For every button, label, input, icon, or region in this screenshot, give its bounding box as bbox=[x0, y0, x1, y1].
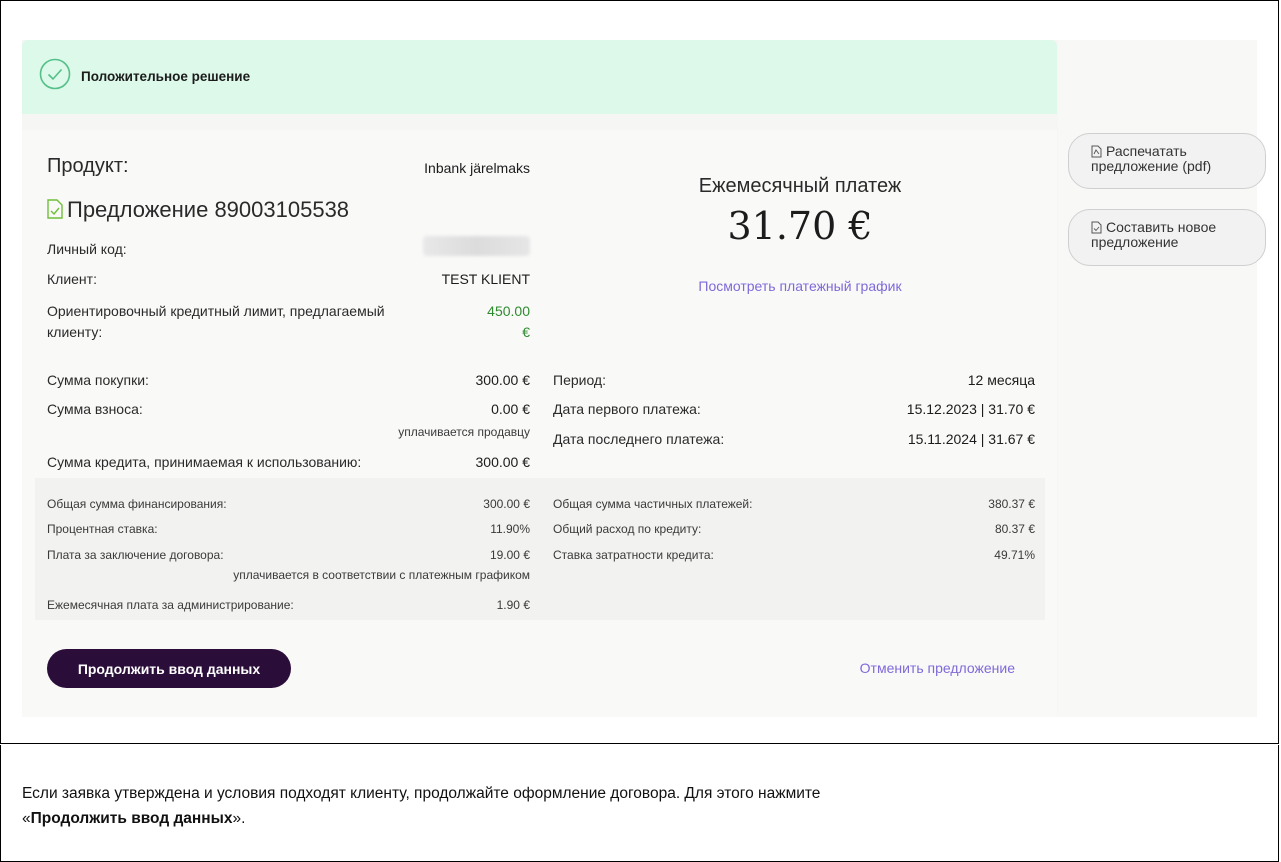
deposit-value: 0.00 € bbox=[491, 401, 530, 417]
cancel-offer-link[interactable]: Отменить предложение bbox=[770, 660, 1015, 676]
monthly-amount: 31.70 € bbox=[727, 204, 873, 248]
last-payment-label: Дата последнего платежа: bbox=[553, 431, 725, 447]
caption-bold: Продолжить ввод данных bbox=[30, 810, 233, 827]
limit-value: 450.00 € bbox=[487, 303, 530, 340]
offer-title-text: Предложение 89003105538 bbox=[67, 197, 350, 222]
details-left-label: Ежемесячная плата за администрирование: bbox=[47, 598, 294, 612]
client-label: Клиент: bbox=[47, 271, 97, 287]
details-right-value: 80.37 € bbox=[994, 522, 1035, 536]
credit-value: 300.00 € bbox=[475, 454, 531, 470]
continue-button[interactable]: Продолжить ввод данных bbox=[47, 649, 291, 688]
decision-text: Положительное решение bbox=[81, 69, 251, 84]
limit-label: Ориентировочный кредитный лимит, предлаг… bbox=[47, 303, 385, 340]
details-right-label: Ставка затратности кредита: bbox=[553, 548, 714, 562]
details-right-label: Общий расход по кредиту: bbox=[553, 522, 702, 536]
offer-title: Предложение 89003105538 bbox=[47, 197, 349, 223]
first-payment-label: Дата первого платежа: bbox=[553, 401, 701, 417]
details-left-value: 1.90 € bbox=[496, 598, 530, 612]
monthly-title: Ежемесячный платеж bbox=[698, 175, 902, 197]
pdf-icon bbox=[1091, 145, 1102, 158]
details-left-value: 11.90% bbox=[490, 522, 530, 536]
product-value: Inbank järelmaks bbox=[424, 160, 530, 176]
details-left-label: Общая сумма финансирования: bbox=[47, 497, 227, 511]
personal-code-label: Личный код: bbox=[47, 241, 127, 257]
check-circle-icon bbox=[39, 58, 71, 90]
deposit-label: Сумма взноса: bbox=[47, 401, 143, 417]
fee-note: уплачивается в соответствии с платежным … bbox=[233, 568, 530, 582]
personal-code-blurred bbox=[423, 236, 530, 256]
decision-banner: Положительное решение bbox=[22, 40, 1057, 114]
product-label: Продукт: bbox=[47, 155, 129, 177]
purchase-label: Сумма покупки: bbox=[47, 372, 149, 388]
instruction-caption: Если заявка утверждена и условия подходя… bbox=[22, 785, 821, 827]
details-right-value: 49.71% bbox=[994, 548, 1035, 562]
details-right-label: Общая сумма частичных платежей: bbox=[553, 497, 753, 511]
deposit-note: уплачивается продавцу bbox=[398, 425, 530, 439]
client-value: TEST KLIENT bbox=[441, 271, 530, 287]
caption-frame: Если заявка утверждена и условия подходя… bbox=[0, 745, 1279, 862]
first-payment-value: 15.12.2023 | 31.70 € bbox=[906, 401, 1035, 417]
purchase-value: 300.00 € bbox=[475, 372, 531, 388]
details-right-value: 380.37 € bbox=[988, 497, 1035, 511]
document-check-icon bbox=[1091, 221, 1102, 234]
print-pdf-button[interactable]: Распечатать предложение (pdf) bbox=[1068, 133, 1266, 189]
new-offer-button[interactable]: Составить новое предложение bbox=[1068, 209, 1266, 266]
details-left-label: Процентная ставка: bbox=[47, 522, 158, 536]
details-left-label: Плата за заключение договора: bbox=[47, 548, 224, 562]
period-label: Период: bbox=[553, 372, 606, 388]
period-value: 12 месяца bbox=[967, 372, 1035, 388]
credit-label: Сумма кредита, принимаемая к использован… bbox=[47, 454, 362, 470]
schedule-link[interactable]: Посмотреть платежный график bbox=[560, 278, 1040, 294]
details-left-value: 300.00 € bbox=[483, 497, 530, 511]
details-left-value: 19.00 € bbox=[489, 548, 530, 562]
last-payment-value: 15.11.2024 | 31.67 € bbox=[907, 431, 1035, 447]
document-check-icon bbox=[47, 199, 63, 219]
